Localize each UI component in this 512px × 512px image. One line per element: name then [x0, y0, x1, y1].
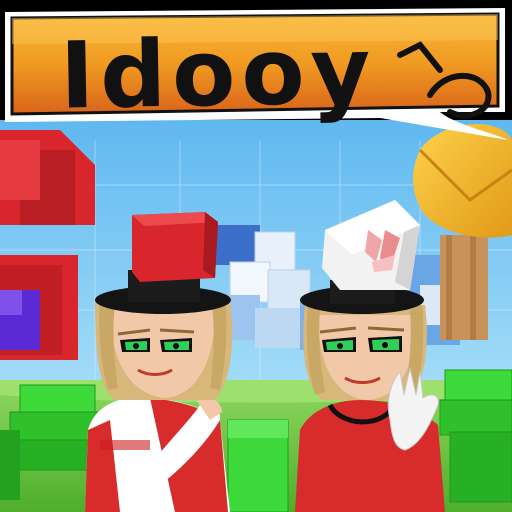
character-left	[85, 212, 233, 512]
game-scene: Idooy	[0, 0, 512, 512]
game-title: Idooy	[59, 17, 378, 130]
character-right	[295, 200, 445, 512]
